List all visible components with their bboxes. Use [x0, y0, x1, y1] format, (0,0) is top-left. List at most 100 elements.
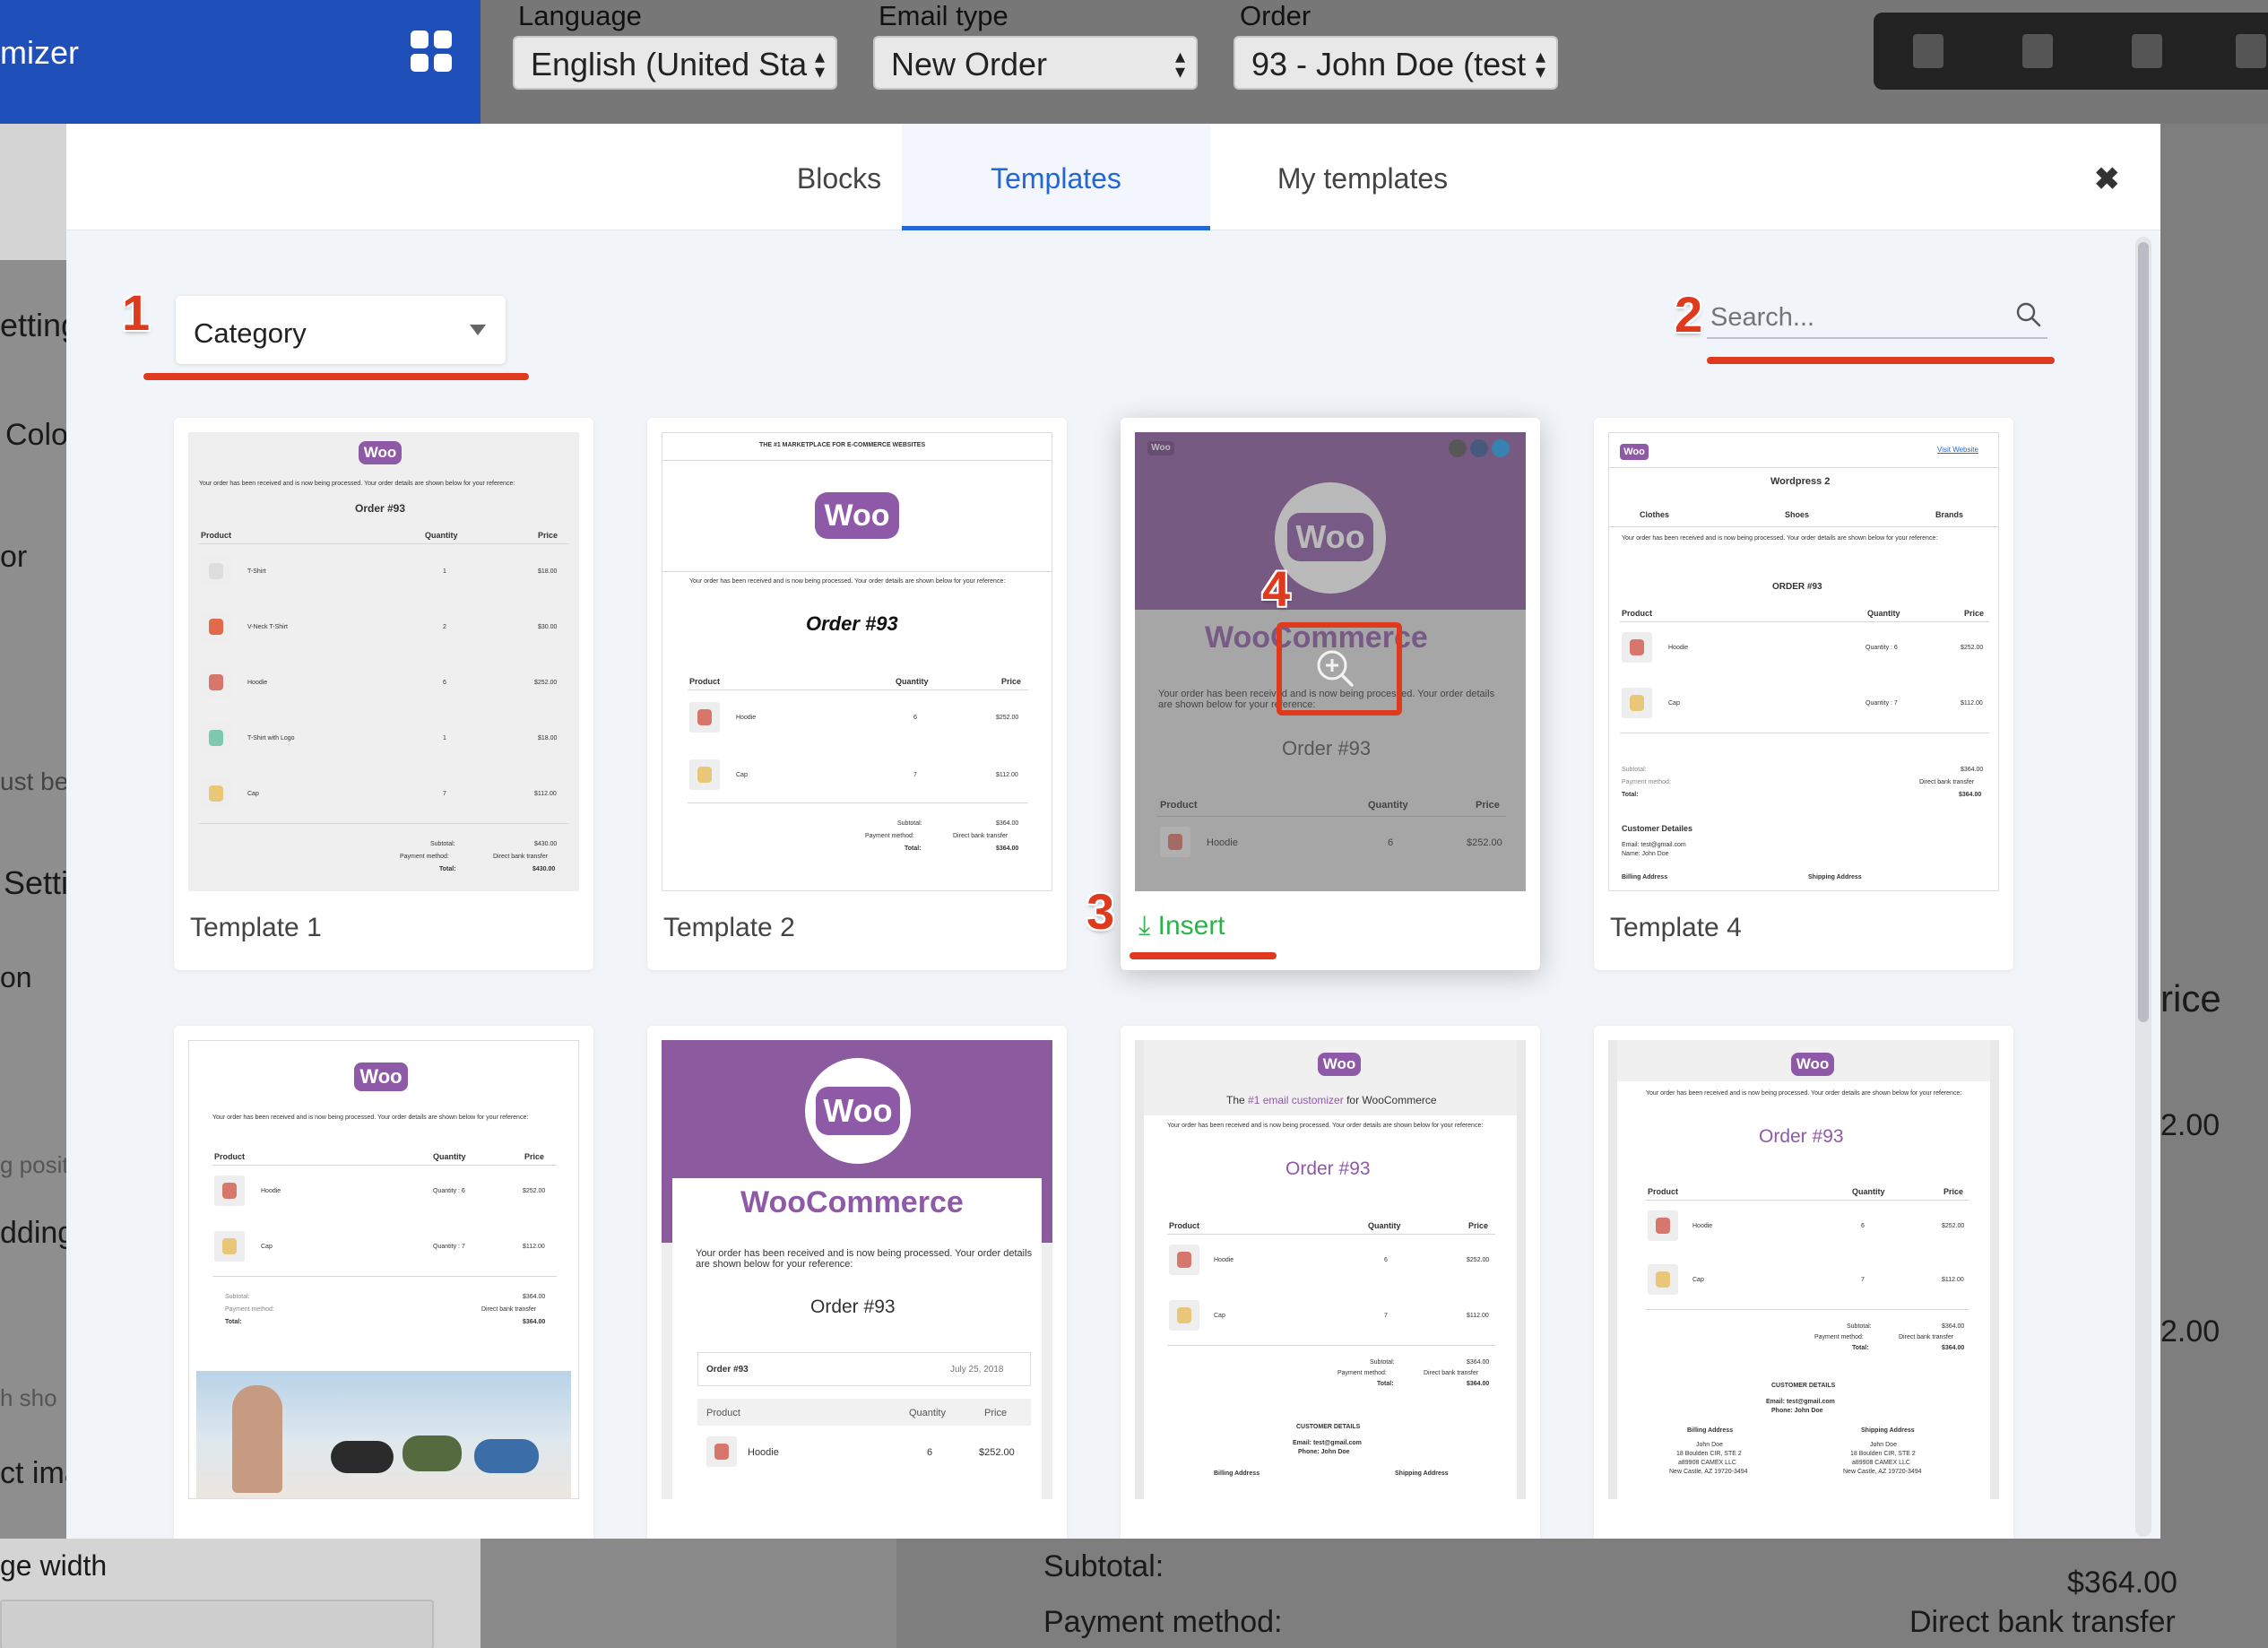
template-card-6[interactable]: Woo WooCommerce Your order has been rece…	[647, 1026, 1067, 1539]
bg-fragment: ust be	[0, 768, 66, 795]
thumb-text: Subtotal:	[1847, 1323, 1872, 1330]
upload-icon[interactable]	[1913, 34, 1943, 68]
thumb-text: Shoes	[1785, 510, 1810, 519]
thumb-text: Product	[1622, 609, 1653, 618]
bg-fragment: rice	[2160, 977, 2221, 1019]
thumb-text: Total:	[225, 1319, 242, 1325]
thumb-text: 6	[443, 680, 446, 686]
woo-logo: Woo	[354, 1063, 408, 1091]
thumb-text: $112.00	[534, 791, 557, 797]
insert-label: Insert	[1157, 911, 1225, 941]
thumb-text: 6	[1861, 1223, 1865, 1229]
thumb-text: Price	[1468, 1221, 1489, 1230]
download-icon[interactable]	[2022, 34, 2053, 68]
thumb-text: Total:	[1852, 1345, 1869, 1351]
caret-down-icon	[470, 325, 486, 335]
insert-button[interactable]: ⤓ Insert	[1138, 911, 1225, 941]
bg-left-strip: etting Color or ust be Setti on g positi…	[0, 260, 66, 1539]
thumb-text: Quantity	[433, 1152, 466, 1161]
annotation-number: 2	[1675, 286, 1703, 343]
bg-fragment: Setti	[4, 864, 66, 901]
thumb-text: Quantity	[1368, 1221, 1401, 1230]
subtotal-label: Subtotal:	[1043, 1549, 1164, 1583]
bg-fragment: h sho	[0, 1384, 57, 1411]
thumb-text: $252.00	[979, 1447, 1015, 1458]
language-select[interactable]: English (United Sta ▴ ▾	[513, 36, 837, 90]
thumb-text: Order #93	[1759, 1126, 1844, 1147]
template-card-5[interactable]: Woo Your order has been received and is …	[174, 1026, 593, 1539]
thumb-text: Hoodie	[247, 680, 268, 686]
template-card-3[interactable]: Woo Woo WooCommerce Your order has been …	[1121, 418, 1540, 970]
apps-grid-icon[interactable]	[411, 30, 452, 72]
thumb-text: 1	[443, 735, 446, 742]
thumb-text: T-Shirt with Logo	[247, 735, 295, 742]
search-icon[interactable]	[2015, 301, 2042, 328]
bg-fragment: 2.00	[2160, 1314, 2220, 1349]
thumb-text: Hoodie	[1214, 1257, 1234, 1263]
thumb-text: Subtotal:	[1370, 1359, 1395, 1366]
thumb-text: Product	[1169, 1221, 1200, 1230]
template-card-4[interactable]: Woo Visit Website Wordpress 2 Clothes Sh…	[1594, 418, 2013, 970]
thumb-text: $364.00	[1467, 1359, 1490, 1366]
thumb-text: Payment method:	[225, 1306, 274, 1313]
thumb-text: $364.00	[523, 1294, 546, 1300]
thumb-text: $252.00	[534, 680, 558, 686]
thumb-text: Subtotal:	[430, 841, 455, 847]
bg-fragment: g positi	[0, 1151, 66, 1178]
thumb-text: Email: test@gmail.com	[1766, 1399, 1835, 1405]
thumb-text: $30.00	[538, 624, 558, 630]
thumb-text: 6	[1384, 1257, 1388, 1263]
thumb-text: Shipping Address	[1395, 1470, 1449, 1477]
thumb-text: Clothes	[1640, 510, 1670, 519]
tab-templates[interactable]: Templates	[902, 124, 1210, 230]
woo-logo: Woo	[1791, 1053, 1834, 1076]
thumb-text: 6	[913, 715, 917, 721]
select-arrows-icon: ▴ ▾	[814, 45, 825, 82]
template-card-2[interactable]: THE #1 MARKETPLACE FOR E-COMMERCE WEBSIT…	[647, 418, 1067, 970]
undo-icon[interactable]	[2236, 34, 2266, 68]
thumb-text: Total:	[439, 866, 456, 872]
file-icon[interactable]	[2132, 34, 2162, 68]
thumb-text: for WooCommerce	[1343, 1094, 1437, 1106]
thumb-text: $18.00	[538, 735, 558, 742]
category-dropdown[interactable]: Category	[176, 296, 506, 364]
thumb-text: #1 email customizer	[1248, 1094, 1344, 1106]
thumb-text: John Doe	[1696, 1442, 1723, 1448]
thumb-text: $364.00	[1942, 1323, 1965, 1330]
thumb-text: Total:	[905, 846, 922, 852]
select-arrows-icon: ▴ ▾	[1535, 45, 1545, 82]
thumb-text: Your order has been received and is now …	[1646, 1090, 1962, 1097]
thumb-text: Cap	[1692, 1277, 1704, 1283]
payment-label: Payment method:	[1043, 1605, 1283, 1639]
thumb-text: Your order has been received and is now …	[199, 481, 515, 487]
template-card-1[interactable]: Woo Your order has been received and is …	[174, 418, 593, 970]
tab-my-templates[interactable]: My templates	[1210, 124, 1515, 230]
thumb-text: Product	[706, 1408, 740, 1418]
thumb-text: Price	[524, 1152, 545, 1161]
thumb-text: Hoodie	[748, 1447, 779, 1458]
thumb-text: Phone: John Doe	[1298, 1449, 1350, 1455]
modal-scrollbar[interactable]	[2135, 237, 2151, 1537]
search-box	[1707, 296, 2047, 339]
thumb-text: $364.00	[523, 1319, 546, 1325]
email-type-select[interactable]: New Order ▴ ▾	[873, 36, 1198, 90]
thumb-text: $112.00	[1942, 1277, 1964, 1283]
thumb-text: $364.00	[1959, 792, 1982, 798]
template-card-7[interactable]: Woo The #1 email customizer for WooComme…	[1121, 1026, 1540, 1539]
close-icon[interactable]: ✖	[2094, 161, 2120, 197]
thumb-text: The	[1226, 1094, 1249, 1106]
search-input[interactable]	[1710, 299, 1997, 335]
bg-fragment: 2.00	[2160, 1108, 2220, 1142]
order-select[interactable]: 93 - John Doe (test ▴ ▾	[1234, 36, 1558, 90]
thumb-text: New Castle, AZ 19720-3494	[1843, 1469, 1922, 1475]
thumb-text: THE #1 MARKETPLACE FOR E-COMMERCE WEBSIT…	[759, 442, 926, 448]
thumb-text: Quantity : 7	[1865, 700, 1898, 707]
template-card-8[interactable]: Woo Your order has been received and is …	[1594, 1026, 2013, 1539]
thumb-text: Order #93	[810, 1297, 896, 1317]
thumb-text: $252.00	[523, 1188, 546, 1194]
thumb-text: Email: test@gmail.com	[1622, 842, 1686, 848]
bg-right-strip: rice 2.00 2.00	[2160, 941, 2268, 1479]
bg-fragment: ct ima	[0, 1456, 66, 1490]
select-arrows-icon: ▴ ▾	[1174, 45, 1185, 82]
scrollbar-thumb[interactable]	[2138, 242, 2149, 1022]
